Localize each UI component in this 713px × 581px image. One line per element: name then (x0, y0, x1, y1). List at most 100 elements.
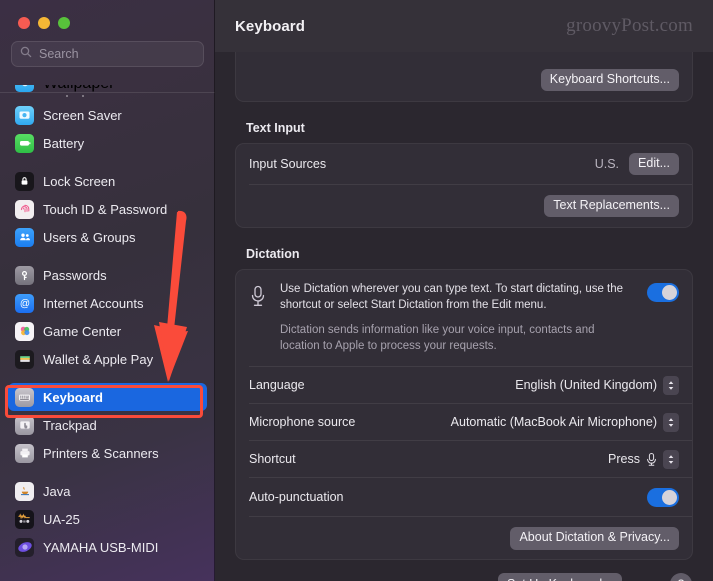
internet-accounts-at-icon: @ (15, 293, 34, 313)
dictation-description-main: Use Dictation wherever you can type text… (280, 283, 624, 311)
wallet-icon (15, 349, 34, 369)
sidebar-group-4: Keyboard Trackpad Printers & Scanners (0, 383, 215, 467)
row-text-replacements: Text Replacements... (236, 185, 692, 227)
zoom-button[interactable] (58, 17, 70, 29)
keyboard-shortcuts-card: Keyboard Shortcuts... (235, 52, 693, 102)
row-shortcut: Shortcut Press (236, 441, 692, 477)
section-title-text-input: Text Input (246, 121, 305, 135)
sidebar-item-label: Passwords (43, 267, 107, 283)
close-button[interactable] (18, 17, 30, 29)
sidebar-item-passwords[interactable]: Passwords (8, 261, 207, 289)
sidebar-item-users-groups[interactable]: Users & Groups (8, 223, 207, 251)
chevron-updown-icon (663, 449, 679, 469)
auto-punctuation-label: Auto-punctuation (249, 490, 344, 505)
sidebar-item-label: Printers & Scanners (43, 445, 159, 461)
page-title: Keyboard (235, 17, 305, 35)
sidebar-item-ua-25[interactable]: UA-25 (8, 505, 207, 533)
minimize-button[interactable] (38, 17, 50, 29)
sidebar-item-label: Users & Groups (43, 229, 136, 245)
sidebar-item-trackpad[interactable]: Trackpad (8, 411, 207, 439)
sidebar-item-label: Trackpad (43, 417, 97, 433)
sidebar-list[interactable]: Wallpaper Screen Saver (0, 85, 215, 581)
sidebar-item-battery[interactable]: Battery (8, 129, 207, 157)
row-microphone-source: Microphone source Automatic (MacBook Air… (236, 404, 692, 440)
sidebar-group-5: Java UA-25 YAMAHA USB-MIDI (0, 477, 215, 561)
sidebar-item-label: Wallet & Apple Pay (43, 351, 154, 367)
sidebar-item-label: Keyboard (43, 389, 103, 405)
sidebar-group-3: Passwords @ Internet Accounts Game Cente… (0, 261, 215, 373)
edit-input-sources-button[interactable]: Edit... (629, 152, 679, 176)
dictation-card: Use Dictation wherever you can type text… (235, 269, 693, 561)
keyboard-icon (15, 387, 34, 407)
text-replacements-button[interactable]: Text Replacements... (544, 194, 679, 218)
sidebar-item-label: Screen Saver (43, 107, 122, 123)
shortcut-popup-button[interactable]: Press (608, 449, 679, 469)
game-center-icon (15, 321, 34, 341)
sidebar-group-2: Lock Screen Touch ID & Password Users & … (0, 167, 215, 251)
sidebar-item-label: Battery (43, 135, 85, 151)
language-popup-button[interactable]: English (United Kingdom) (515, 375, 679, 395)
sidebar-item-game-center[interactable]: Game Center (8, 317, 207, 345)
about-dictation-privacy-button[interactable]: About Dictation & Privacy... (510, 527, 679, 550)
system-settings-window: Search Wallpaper (0, 0, 713, 581)
microphone-source-label: Microphone source (249, 415, 356, 430)
shortcut-value: Press (608, 452, 640, 467)
sidebar-item-wallet[interactable]: Wallet & Apple Pay (8, 345, 207, 373)
sidebar-item-lock-screen[interactable]: Lock Screen (8, 167, 207, 195)
sidebar-item-label: Touch ID & Password (43, 201, 168, 217)
microphone-source-value: Automatic (MacBook Air Microphone) (450, 415, 657, 430)
search-icon (20, 45, 32, 63)
sidebar-item-label: Java (43, 483, 71, 499)
section-title-dictation: Dictation (246, 247, 300, 261)
sidebar-item-label: UA-25 (43, 511, 80, 527)
sidebar-item-wallpaper-clipped[interactable]: Wallpaper (8, 85, 207, 92)
sidebar-item-screen-saver[interactable]: Screen Saver (8, 101, 207, 129)
sidebar-group-1: Screen Saver Battery (0, 101, 215, 157)
sidebar: Search Wallpaper (0, 0, 215, 581)
sidebar-item-java[interactable]: Java (8, 477, 207, 505)
sidebar-item-touch-id[interactable]: Touch ID & Password (8, 195, 207, 223)
sidebar-item-label: Wallpaper (43, 85, 114, 92)
sidebar-item-keyboard[interactable]: Keyboard (8, 383, 207, 411)
search-placeholder: Search (39, 47, 79, 61)
keyboard-shortcuts-button[interactable]: Keyboard Shortcuts... (540, 68, 679, 92)
battery-icon (15, 133, 34, 153)
sidebar-item-printers-scanners[interactable]: Printers & Scanners (8, 439, 207, 467)
shortcut-microphone-icon (646, 452, 657, 467)
wallpaper-icon (15, 85, 34, 92)
trackpad-icon (15, 415, 34, 435)
sidebar-item-yamaha-usb-midi[interactable]: YAMAHA USB-MIDI (8, 533, 207, 561)
sidebar-item-label: YAMAHA USB-MIDI (43, 539, 159, 555)
users-groups-icon (15, 227, 34, 247)
shortcut-label: Shortcut (249, 452, 296, 467)
auto-punctuation-toggle[interactable] (647, 487, 679, 507)
language-label: Language (249, 378, 305, 393)
dictation-toggle[interactable] (647, 283, 679, 302)
main-titlebar: Keyboard groovyPost.com (215, 0, 713, 52)
sidebar-item-internet-accounts[interactable]: @ Internet Accounts (8, 289, 207, 317)
dictation-description: Use Dictation wherever you can type text… (280, 282, 636, 354)
yamaha-usb-midi-icon (15, 537, 34, 557)
dictation-toggle-cell (647, 282, 679, 354)
java-icon (15, 481, 34, 501)
dictation-description-sub: Dictation sends information like your vo… (280, 323, 595, 352)
search-field[interactable]: Search (11, 41, 204, 67)
toggle-knob (662, 489, 677, 505)
sidebar-divider-dots (0, 92, 215, 101)
text-input-card: Input Sources U.S. Edit... Text Replacem… (235, 143, 693, 228)
microphone-source-popup-button[interactable]: Automatic (MacBook Air Microphone) (450, 412, 679, 432)
svg-text:@: @ (19, 298, 29, 309)
search-container: Search (0, 29, 215, 67)
microphone-icon (249, 282, 269, 354)
row-auto-punctuation: Auto-punctuation (236, 478, 692, 516)
lock-screen-icon (15, 171, 34, 191)
sidebar-item-label: Internet Accounts (43, 295, 144, 311)
settings-content[interactable]: Keyboard Shortcuts... Text Input Input S… (215, 52, 713, 581)
language-value: English (United Kingdom) (515, 378, 657, 393)
sidebar-item-label: Lock Screen (43, 173, 116, 189)
touch-id-icon (15, 199, 34, 219)
row-input-sources: Input Sources U.S. Edit... (236, 144, 692, 184)
